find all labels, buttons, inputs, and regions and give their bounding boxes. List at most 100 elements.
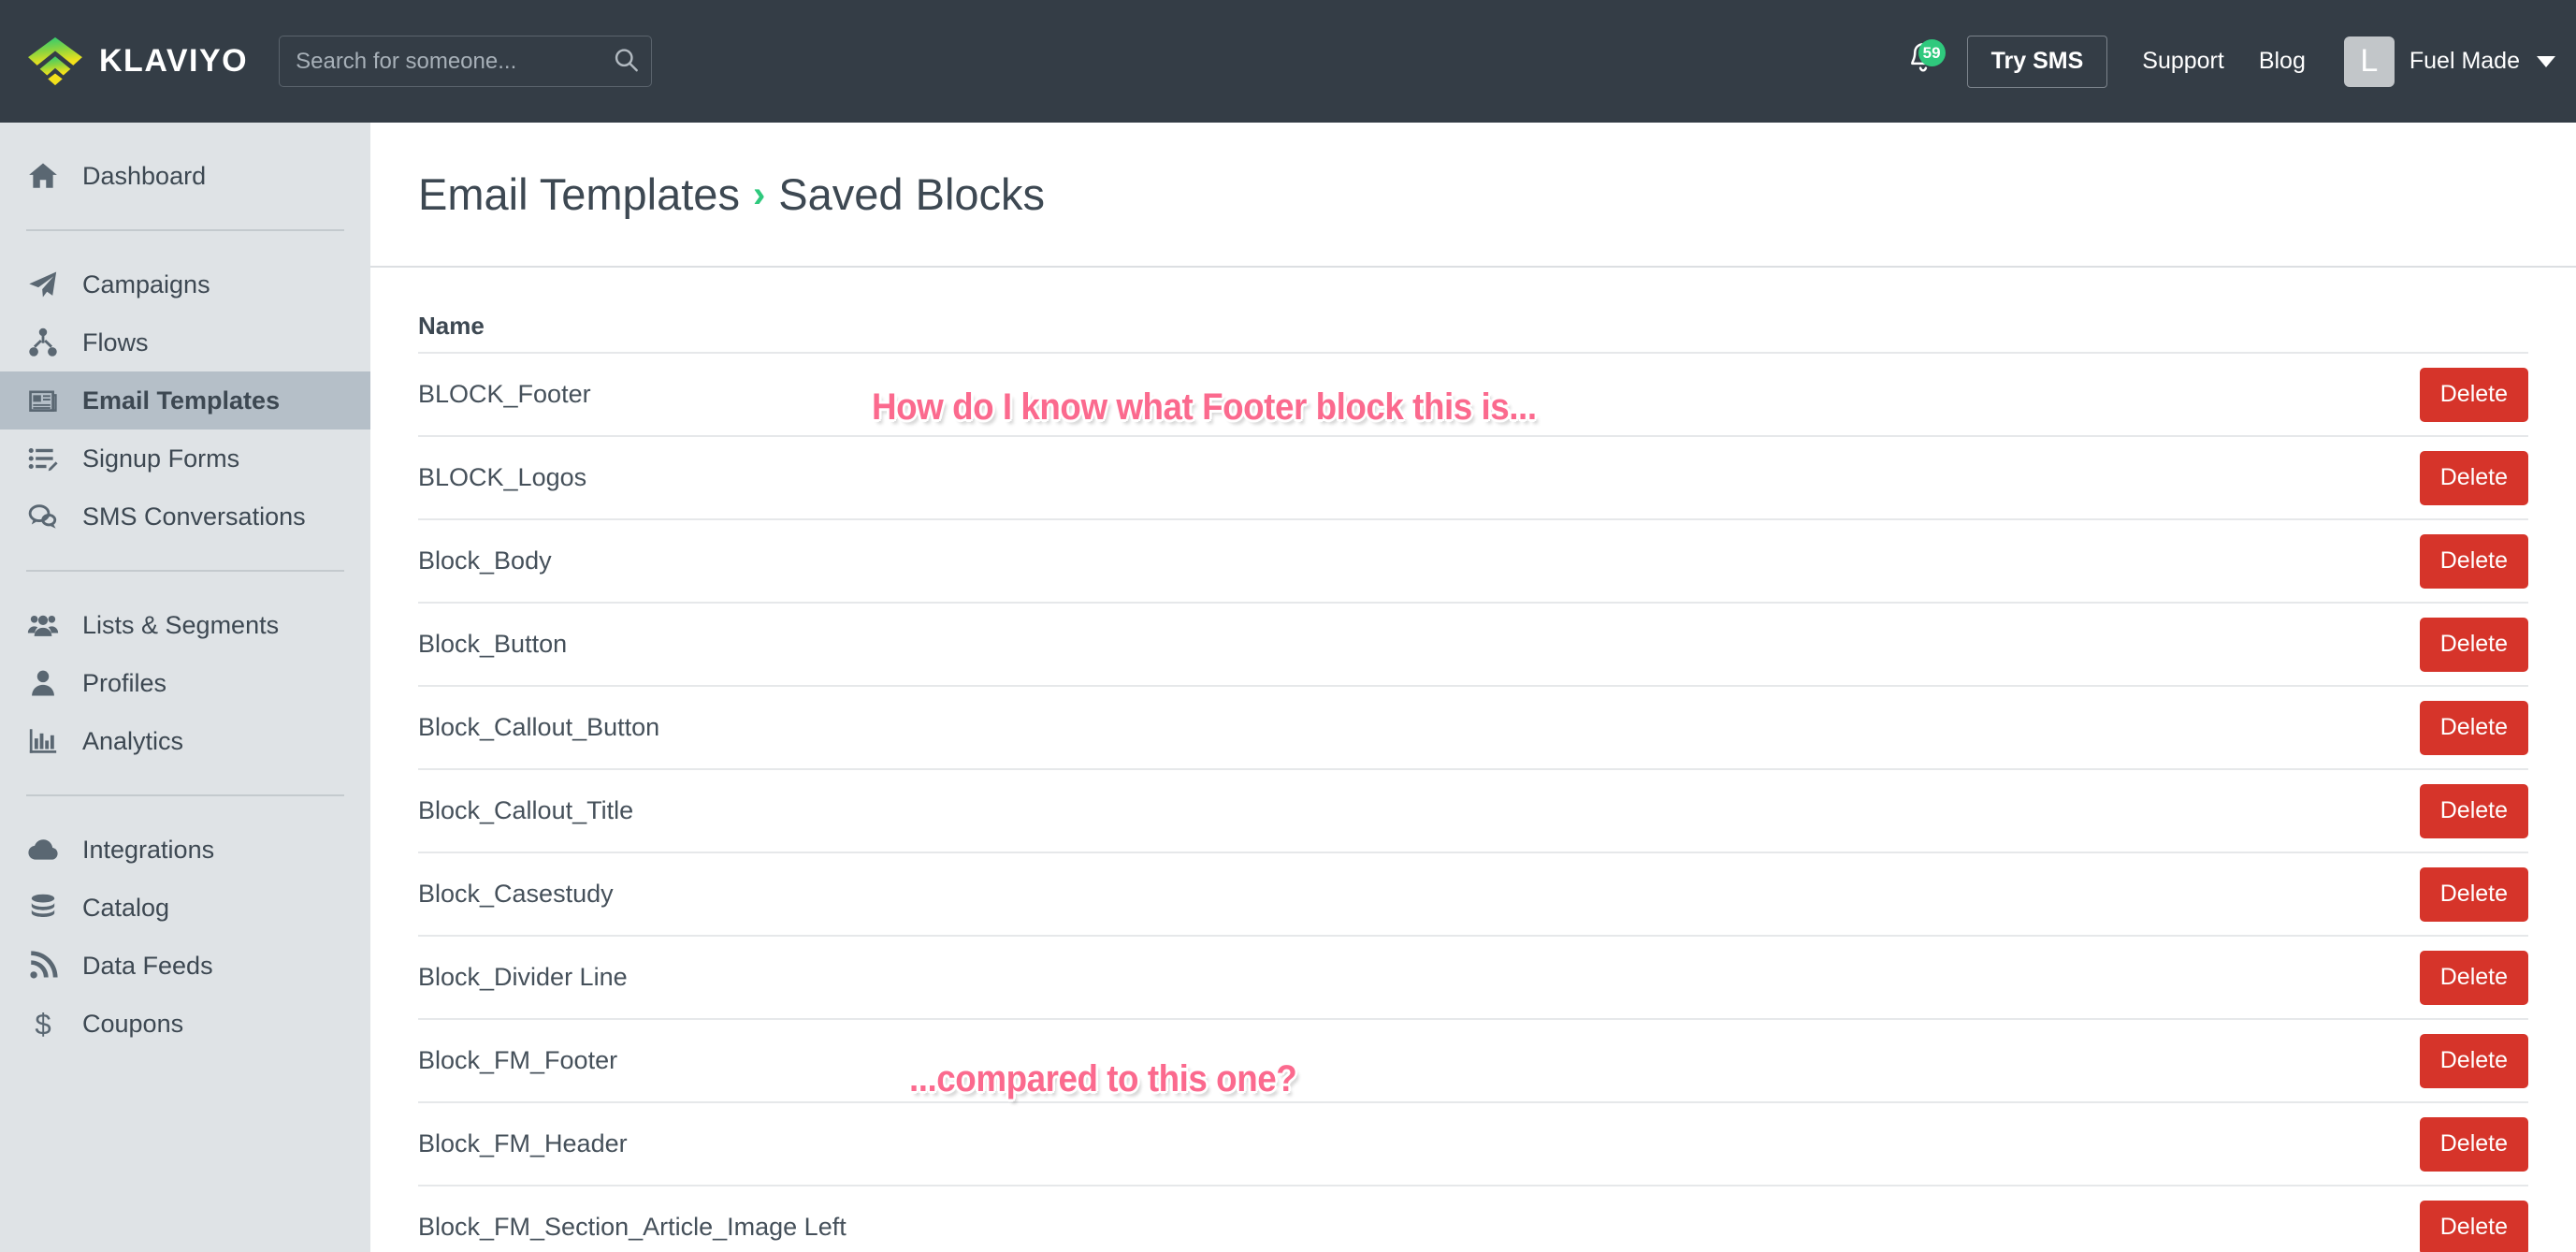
svg-text:$: $ (35, 1008, 51, 1040)
brand-wordmark: KLAVIYO (99, 43, 249, 79)
sidebar-group: Campaigns Flows Email Templates Signup Form… (0, 231, 370, 570)
sidebar-item-profiles[interactable]: Profiles (0, 654, 370, 712)
delete-button[interactable]: Delete (2419, 1033, 2528, 1088)
delete-button[interactable]: Delete (2419, 1200, 2528, 1252)
table-row[interactable]: Block_FM_Section_Article_Image Left Delet… (418, 1185, 2528, 1252)
breadcrumb-separator-icon: › (752, 173, 766, 215)
delete-button[interactable]: Delete (2419, 450, 2528, 505)
breadcrumb: Email Templates › Saved Blocks (418, 168, 1045, 220)
delete-button[interactable]: Delete (2419, 950, 2528, 1005)
table-row[interactable]: BLOCK_Footer Delete (418, 352, 2528, 435)
sidebar-item-label: Integrations (82, 835, 215, 864)
delete-button[interactable]: Delete (2419, 866, 2528, 922)
sidebar-item-flows[interactable]: Flows (0, 313, 370, 371)
table-row[interactable]: Block_Callout_Title Delete (418, 768, 2528, 852)
table-row[interactable]: Block_Casestudy Delete (418, 852, 2528, 935)
klaviyo-wifi-logo-icon (26, 36, 84, 88)
sidebar-item-analytics[interactable]: Analytics (0, 712, 370, 770)
home-icon (24, 160, 62, 192)
sidebar-group: Dashboard (0, 123, 370, 229)
block-name[interactable]: Block_Callout_Button (418, 713, 659, 742)
table-row[interactable]: Block_Divider Line Delete (418, 935, 2528, 1018)
sidebar-item-email-templates[interactable]: Email Templates (0, 371, 370, 429)
top-nav-right-cluster: 59 Try SMS Support Blog L Fuel Made (1899, 0, 2576, 123)
chevron-down-icon (2537, 55, 2555, 67)
sidebar-item-label: Dashboard (82, 161, 207, 190)
block-name[interactable]: Block_Body (418, 546, 552, 575)
chat-bubbles-icon (24, 501, 62, 532)
sidebar-item-data-feeds[interactable]: Data Feeds (0, 937, 370, 995)
block-name[interactable]: Block_Callout_Title (418, 796, 633, 825)
sidebar-item-label: Data Feeds (82, 951, 213, 980)
sidebar-item-signup-forms[interactable]: Signup Forms (0, 429, 370, 488)
delete-button[interactable]: Delete (2419, 617, 2528, 672)
page-title: Saved Blocks (778, 169, 1046, 219)
block-name[interactable]: Block_FM_Footer (418, 1046, 617, 1075)
notification-count-badge: 59 (1918, 38, 1946, 66)
dollar-sign-icon: $ (24, 1008, 62, 1040)
sidebar-item-label: Signup Forms (82, 444, 240, 473)
sidebar-item-coupons[interactable]: $ Coupons (0, 995, 370, 1053)
person-icon (24, 667, 62, 699)
sidebar-item-label: Email Templates (82, 386, 281, 415)
brand-logo-link[interactable]: KLAVIYO (26, 36, 248, 88)
support-link[interactable]: Support (2142, 48, 2224, 75)
table-row[interactable]: BLOCK_Logos Delete (418, 435, 2528, 518)
table-body: BLOCK_Footer Delete BLOCK_Logos Delete Block… (418, 352, 2528, 1252)
block-name[interactable]: Block_Divider Line (418, 963, 628, 992)
saved-blocks-table: Name BLOCK_Footer Delete BLOCK_Logos Delete… (370, 268, 2576, 1252)
sidebar-item-campaigns[interactable]: Campaigns (0, 255, 370, 313)
block-name[interactable]: BLOCK_Logos (418, 463, 586, 492)
paper-plane-icon (24, 269, 62, 300)
search-input[interactable] (279, 36, 653, 87)
delete-button[interactable]: Delete (2419, 1116, 2528, 1172)
sidebar-item-catalog[interactable]: Catalog (0, 879, 370, 937)
block-name[interactable]: Block_FM_Header (418, 1129, 628, 1158)
page-header: Email Templates › Saved Blocks (370, 123, 2576, 268)
sidebar-group: Integrations Catalog Data Feeds $ Coupons (0, 796, 370, 1077)
sidebar-navigation: Dashboard Campaigns Flows Email Templates Si… (0, 123, 370, 1252)
table-row[interactable]: Block_FM_Footer Delete (418, 1018, 2528, 1101)
search-box[interactable] (279, 36, 653, 87)
delete-button[interactable]: Delete (2419, 533, 2528, 589)
notifications-button[interactable]: 59 (1899, 37, 1947, 86)
newspaper-icon (24, 385, 62, 416)
table-row[interactable]: Block_Button Delete (418, 602, 2528, 685)
sidebar-item-label: Analytics (82, 726, 184, 755)
rss-icon (24, 950, 62, 982)
table-row[interactable]: Block_FM_Header Delete (418, 1101, 2528, 1185)
top-navigation-bar: KLAVIYO 59 Try SMS Support Blog L Fu (0, 0, 2576, 123)
sidebar-item-integrations[interactable]: Integrations (0, 821, 370, 879)
list-edit-icon (24, 443, 62, 474)
try-sms-button[interactable]: Try SMS (1966, 35, 2108, 88)
sidebar-item-label: Catalog (82, 893, 170, 922)
block-name[interactable]: Block_Button (418, 630, 567, 659)
avatar: L (2343, 36, 2395, 87)
sidebar-item-label: Profiles (82, 668, 167, 697)
sidebar-item-sms-conversations[interactable]: SMS Conversations (0, 488, 370, 546)
table-row[interactable]: Block_Body Delete (418, 518, 2528, 602)
delete-button[interactable]: Delete (2419, 700, 2528, 755)
breadcrumb-item-email-templates[interactable]: Email Templates (418, 168, 740, 220)
people-group-icon (24, 609, 62, 641)
block-name[interactable]: Block_FM_Section_Article_Image Left (418, 1213, 847, 1242)
table-row[interactable]: Block_Callout_Button Delete (418, 685, 2528, 768)
table-header-row: Name (418, 268, 2528, 352)
bar-chart-icon (24, 725, 62, 757)
block-name[interactable]: BLOCK_Footer (418, 380, 591, 409)
sidebar-item-label: Lists & Segments (82, 610, 280, 639)
account-menu[interactable]: L Fuel Made (2343, 36, 2555, 87)
delete-button[interactable]: Delete (2419, 367, 2528, 422)
cloud-icon (24, 834, 62, 866)
column-header-name: Name (418, 311, 485, 340)
sidebar-item-lists-segments[interactable]: Lists & Segments (0, 596, 370, 654)
main-content: Email Templates › Saved Blocks Name BLOC… (370, 123, 2576, 1252)
sidebar-group: Lists & Segments Profiles Analytics (0, 572, 370, 794)
block-name[interactable]: Block_Casestudy (418, 880, 614, 909)
sidebar-item-dashboard[interactable]: Dashboard (0, 147, 370, 205)
delete-button[interactable]: Delete (2419, 783, 2528, 838)
sidebar-item-label: SMS Conversations (82, 502, 306, 531)
sidebar-item-label: Flows (82, 328, 149, 357)
database-icon (24, 892, 62, 924)
blog-link[interactable]: Blog (2259, 48, 2306, 75)
